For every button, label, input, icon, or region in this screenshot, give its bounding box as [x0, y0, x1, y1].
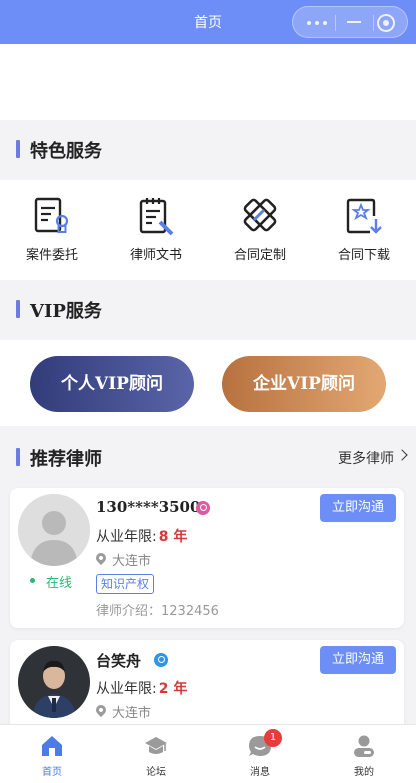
more-lawyers-link[interactable]: 更多律师	[338, 448, 394, 468]
location-pin-icon	[93, 702, 109, 718]
years-value: 2 年	[158, 681, 188, 697]
location-pin-icon	[93, 550, 109, 566]
lawyer-name: 台笑舟	[96, 652, 142, 670]
section-accent-bar	[16, 140, 20, 158]
default-avatar-icon	[18, 494, 90, 566]
online-dot-icon	[30, 578, 35, 583]
tab-home[interactable]: 首页	[0, 725, 104, 783]
female-icon	[196, 501, 210, 515]
chevron-right-icon[interactable]	[396, 449, 408, 461]
close-target-icon[interactable]	[377, 14, 395, 32]
tab-label: 我的	[354, 767, 374, 778]
online-label: 在线	[46, 576, 73, 591]
contract-download-icon	[346, 198, 382, 234]
tab-forum[interactable]: 论坛	[104, 725, 208, 783]
lawyer-name: 130****3500	[96, 498, 201, 516]
case-document-icon	[34, 197, 69, 233]
unread-badge: 1	[264, 729, 282, 747]
tab-label: 消息	[250, 767, 270, 778]
section-title: 推荐律师	[30, 449, 102, 470]
tab-label: 论坛	[146, 767, 166, 778]
featured-services-header: 特色服务	[0, 120, 416, 176]
chat-now-button[interactable]: 立即沟通	[320, 646, 396, 674]
avatar	[18, 494, 90, 566]
banner-area	[0, 44, 416, 120]
more-icon[interactable]	[307, 21, 327, 25]
enterprise-vip-button[interactable]: 企业VIP顾问	[222, 356, 386, 412]
capsule-divider	[335, 15, 336, 31]
avatar	[18, 646, 90, 718]
specialty-tag: 知识产权	[96, 574, 155, 594]
service-label: 合同下载	[337, 248, 390, 263]
years-of-practice: 从业年限: 2 年	[96, 678, 187, 698]
service-contract-download[interactable]: 合同下载	[312, 180, 416, 280]
city-label: 大连市	[112, 554, 152, 569]
section-title: 特色服务	[30, 141, 102, 162]
lawyer-card[interactable]: 在线 130****3500 从业年限: 8 年 大连市 知识产权 律师介绍：12…	[10, 488, 404, 628]
tab-messages[interactable]: 1 消息	[208, 725, 312, 783]
featured-services-grid: 案件委托 律师文书 合同定制 合同下载	[0, 180, 416, 280]
app-page: 首页 特色服务 案件委托 律师文书 合同定制 合同下载 VIP服务 个人VIP顾…	[0, 0, 416, 783]
tab-label: 首页	[42, 767, 62, 778]
service-label: 律师文书	[129, 248, 182, 263]
profile-icon	[354, 735, 374, 757]
minimize-icon[interactable]	[347, 21, 361, 23]
forum-graduation-cap-icon	[145, 737, 167, 754]
tab-mine[interactable]: 我的	[312, 725, 416, 783]
section-title: VIP服务	[30, 301, 102, 322]
lawyer-photo-avatar	[18, 646, 90, 718]
service-label: 案件委托	[25, 248, 78, 263]
male-icon	[154, 653, 168, 667]
years-label: 从业年限:	[96, 681, 157, 697]
section-accent-bar	[16, 448, 20, 466]
service-contract-custom[interactable]: 合同定制	[208, 180, 312, 280]
city-label: 大连市	[112, 706, 152, 721]
service-case-entrust[interactable]: 案件委托	[0, 180, 104, 280]
personal-vip-button[interactable]: 个人VIP顾问	[30, 356, 194, 412]
lawyer-document-icon	[139, 198, 174, 236]
top-navigation-bar: 首页	[0, 0, 416, 44]
bottom-tab-bar: 首页 论坛 1 消息 我的	[0, 724, 416, 783]
service-lawyer-documents[interactable]: 律师文书	[104, 180, 208, 280]
years-label: 从业年限:	[96, 529, 157, 545]
vip-services-row: 个人VIP顾问 企业VIP顾问	[0, 340, 416, 426]
recommended-lawyers-header: 推荐律师 更多律师	[0, 426, 416, 488]
chat-now-button[interactable]: 立即沟通	[320, 494, 396, 522]
service-label: 合同定制	[233, 248, 286, 263]
years-value: 8 年	[158, 529, 188, 545]
home-icon	[42, 736, 62, 756]
years-of-practice: 从业年限: 8 年	[96, 526, 187, 546]
lawyer-intro: 律师介绍：1232456	[96, 604, 219, 619]
mini-program-capsule[interactable]	[292, 6, 408, 38]
vip-services-header: VIP服务	[0, 280, 416, 340]
capsule-divider	[373, 15, 374, 31]
contract-pencil-icon	[243, 198, 277, 232]
section-accent-bar	[16, 300, 20, 318]
